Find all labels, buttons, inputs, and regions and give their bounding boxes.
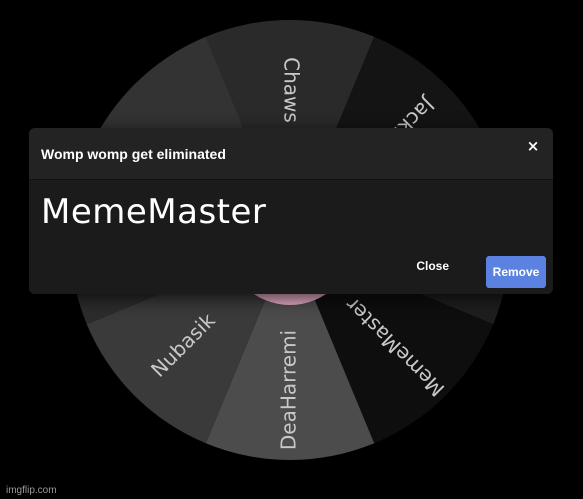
watermark: imgflip.com (6, 485, 57, 496)
dialog-header: Womp womp get eliminated × (29, 128, 553, 180)
wheel-segment-label: Chaws (280, 57, 304, 123)
winner-name: MemeMaster (41, 192, 267, 232)
remove-button[interactable]: Remove (486, 256, 546, 288)
result-dialog: Womp womp get eliminated × MemeMaster Cl… (29, 128, 553, 294)
close-icon[interactable]: × (525, 138, 541, 154)
screen: ChawsJackBlackMemeMasterDeaHarremiNubasi… (0, 0, 583, 499)
wheel-segment-label: DeaHarremi (277, 330, 301, 450)
dialog-title: Womp womp get eliminated (41, 146, 226, 162)
close-button[interactable]: Close (408, 253, 457, 279)
dialog-body: MemeMaster Close Remove (29, 180, 553, 294)
